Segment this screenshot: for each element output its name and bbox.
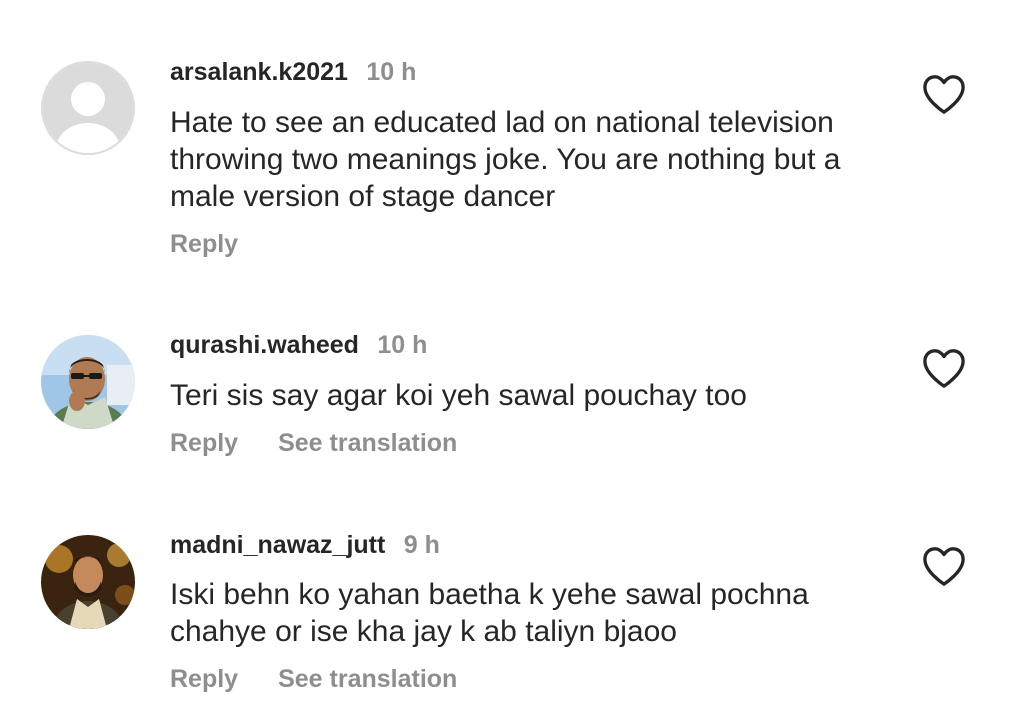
user-photo bbox=[41, 535, 135, 629]
avatar[interactable] bbox=[41, 335, 135, 429]
username[interactable]: arsalank.k2021 bbox=[170, 58, 348, 86]
comment-actions: Reply See translation bbox=[170, 429, 457, 458]
username[interactable]: qurashi.waheed bbox=[170, 331, 359, 359]
comment-header: arsalank.k2021 10 h bbox=[170, 58, 416, 87]
see-translation-button[interactable]: See translation bbox=[278, 429, 457, 457]
heart-outline-icon[interactable] bbox=[921, 545, 967, 587]
comment-text: Teri sis say agar koi yeh sawal pouchay … bbox=[170, 379, 747, 412]
comment-header: qurashi.waheed 10 h bbox=[170, 331, 427, 360]
heart-outline-icon[interactable] bbox=[921, 73, 967, 115]
comment-header: madni_nawaz_jutt 9 h bbox=[170, 531, 440, 560]
avatar[interactable] bbox=[41, 61, 135, 155]
username[interactable]: madni_nawaz_jutt bbox=[170, 531, 385, 559]
comment-text: Hate to see an educated lad on national … bbox=[170, 106, 841, 213]
reply-button[interactable]: Reply bbox=[170, 429, 238, 457]
comment-text: Iski behn ko yahan baetha k yehe sawal p… bbox=[170, 578, 809, 648]
comment-actions: Reply bbox=[170, 230, 238, 259]
reply-button[interactable]: Reply bbox=[170, 230, 238, 258]
comment-actions: Reply See translation bbox=[170, 665, 457, 694]
user-photo bbox=[41, 335, 135, 429]
comment-time: 9 h bbox=[403, 531, 440, 559]
see-translation-button[interactable]: See translation bbox=[278, 665, 457, 693]
heart-outline-icon[interactable] bbox=[921, 347, 967, 389]
comment-time: 10 h bbox=[377, 331, 428, 359]
default-avatar-icon bbox=[43, 63, 133, 153]
avatar[interactable] bbox=[41, 535, 135, 629]
reply-button[interactable]: Reply bbox=[170, 665, 238, 693]
comment-time: 10 h bbox=[366, 58, 417, 86]
